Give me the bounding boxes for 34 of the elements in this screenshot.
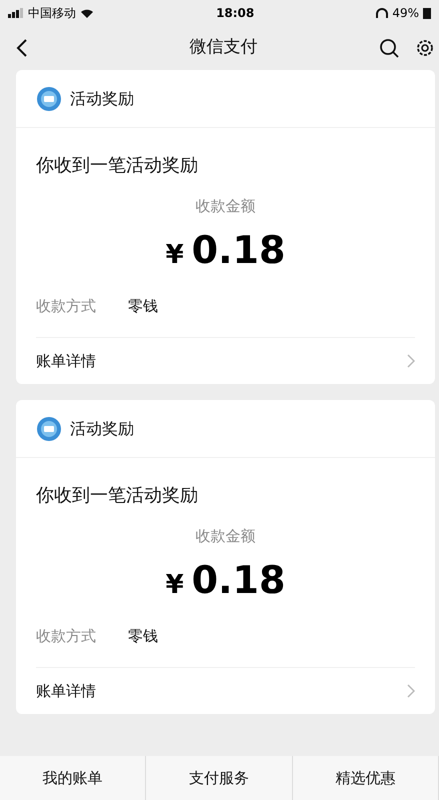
- method-label: 收款方式: [36, 626, 96, 646]
- back-icon[interactable]: [16, 38, 28, 58]
- badge-icon: [36, 86, 62, 112]
- source-title: 活动奖励: [70, 418, 134, 440]
- headphones-icon: [376, 8, 388, 18]
- carrier-name: 中国移动: [28, 5, 76, 22]
- signal-icon: [8, 8, 24, 18]
- amount-label: 收款金额: [196, 196, 256, 217]
- chevron-right-icon: [407, 354, 415, 368]
- message-text: 你收到一笔活动奖励: [36, 154, 199, 178]
- currency-symbol: ¥: [166, 238, 184, 272]
- tab-button[interactable]: 精选优惠: [292, 756, 439, 800]
- details-link[interactable]: 账单详情: [36, 680, 96, 702]
- page-title: 微信支付: [190, 36, 258, 60]
- battery-percent: 49%: [392, 5, 419, 22]
- source-title: 活动奖励: [70, 88, 134, 110]
- method-value: 零钱: [128, 626, 158, 646]
- message-text: 你收到一笔活动奖励: [36, 484, 199, 508]
- clock-time: 18:08: [216, 5, 254, 22]
- amount-label: 收款金额: [196, 526, 256, 547]
- amount-value: 0.18: [192, 226, 286, 274]
- currency-symbol: ¥: [166, 568, 184, 602]
- amount-value: 0.18: [192, 556, 286, 604]
- method-value: 零钱: [128, 296, 158, 316]
- wifi-icon: [80, 8, 94, 18]
- details-link[interactable]: 账单详情: [36, 350, 96, 372]
- battery-icon: [423, 8, 431, 18]
- method-label: 收款方式: [36, 296, 96, 316]
- badge-icon: [36, 416, 62, 442]
- tab-button[interactable]: 支付服务: [146, 756, 293, 800]
- search-icon[interactable]: [379, 38, 399, 58]
- tab-button[interactable]: 我的账单: [0, 756, 146, 800]
- chevron-right-icon: [407, 684, 415, 698]
- settings-icon[interactable]: [415, 38, 435, 58]
